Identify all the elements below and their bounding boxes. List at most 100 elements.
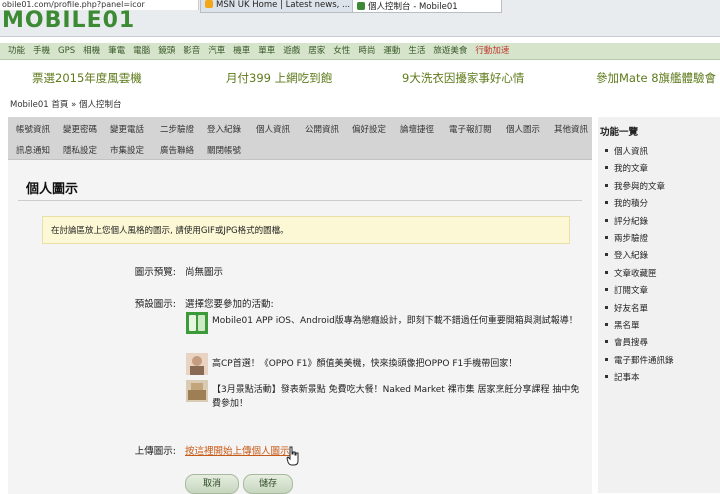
sidebar-item-label: 兩步驗證 <box>614 234 649 244</box>
nav-item[interactable]: 時尚 <box>358 43 375 59</box>
activity-option[interactable]: 【3月景點活動】發表新景點 免費吃大餐！Naked Market 裸市集 居家烹… <box>212 383 586 411</box>
nav-item[interactable]: 功能 <box>8 43 25 59</box>
bullet-icon <box>605 218 608 222</box>
sidebar-item[interactable]: 電子郵件通訊錄 <box>605 354 674 366</box>
control-tab[interactable]: 帳號資訊 <box>16 123 50 135</box>
cancel-button[interactable]: 取消 <box>185 474 239 494</box>
sidebar-item-label: 我的積分 <box>614 199 649 210</box>
control-tab[interactable]: 市集設定 <box>110 144 144 156</box>
sidebar-item-label: 我的文章 <box>614 164 649 175</box>
breadcrumb[interactable]: Mobile01 首頁 » 個人控制台 <box>10 98 122 110</box>
sidebar-item-label: 我參與的文章 <box>614 181 666 192</box>
sidebar-item-label: 訂閱文章 <box>614 286 649 297</box>
activity-thumbnail[interactable] <box>186 380 208 402</box>
sidebar-title: 功能一覽 <box>600 127 639 138</box>
sidebar-item-label: 評分紀錄 <box>614 216 649 227</box>
browser-tab-label: 個人控制台 - Mobile01 <box>368 2 458 12</box>
nav-item[interactable]: 生活 <box>408 43 425 59</box>
nav-item[interactable]: 運動 <box>383 43 400 59</box>
bullet-icon <box>605 201 608 205</box>
site-logo[interactable]: MOBILE01 <box>0 8 177 34</box>
sidebar-item[interactable]: 我的積分 <box>605 197 648 209</box>
nav-item[interactable]: 筆電 <box>108 43 125 59</box>
control-tab[interactable]: 廣告聯絡 <box>160 144 194 156</box>
ad-link[interactable]: 月付399 上網吃到飽 <box>226 70 332 86</box>
sidebar-item[interactable]: 記事本 <box>605 371 640 383</box>
nav-item[interactable]: 影音 <box>183 43 200 59</box>
sidebar-item[interactable]: 我參與的文章 <box>605 180 665 192</box>
sidebar-item-label: 個人資訊 <box>614 147 649 157</box>
sidebar-item[interactable]: 黑名單 <box>605 319 640 331</box>
sidebar-item-label: 文章收藏匣 <box>614 268 657 279</box>
upload-icon-link[interactable]: 按這裡開始上傳個人圖示 <box>185 446 290 457</box>
bullet-icon <box>605 340 608 344</box>
ad-link[interactable]: 票選2015年度風雲機 <box>32 70 142 86</box>
nav-item[interactable]: 汽車 <box>208 43 225 59</box>
page-title-bar: 個人圖示 <box>18 170 582 201</box>
nav-item[interactable]: 手機 <box>33 43 50 59</box>
nav-item[interactable]: 相機 <box>83 43 100 59</box>
control-tab[interactable]: 訊息通知 <box>16 144 50 156</box>
content-area: 個人圖示 在討論區放上您個人風格的圖示, 請使用GIF或JPG格式的圖檔。 圖示… <box>8 159 592 494</box>
bullet-icon <box>605 375 608 379</box>
sidebar-item[interactable]: 評分紀錄 <box>605 215 648 227</box>
nav-item[interactable]: 女性 <box>333 43 350 59</box>
bullet-icon <box>605 253 608 257</box>
control-tab[interactable]: 變更電話 <box>110 123 144 135</box>
sidebar-item-label: 電子郵件通訊錄 <box>614 355 674 366</box>
activity-thumbnail[interactable] <box>186 353 208 375</box>
control-tab[interactable]: 個人資訊 <box>256 123 290 135</box>
control-tab[interactable]: 公開資訊 <box>305 123 339 135</box>
activity-thumbnail[interactable] <box>186 312 208 334</box>
save-button[interactable]: 儲存 <box>243 474 293 494</box>
bullet-icon <box>605 305 608 309</box>
activity-option[interactable]: Mobile01 APP iOS、Android版專為戀癮設計，即刻下載不錯過任… <box>212 314 584 328</box>
sidebar-item[interactable]: 訂閱文章 <box>605 284 648 296</box>
sidebar-item[interactable]: 兩步驗證 <box>605 232 648 244</box>
default-intro: 選擇您要參加的活動: <box>185 299 274 310</box>
ad-link[interactable]: 9大洗衣因擾家事好心情 <box>402 70 524 86</box>
default-label: 預設圖示: <box>134 299 176 310</box>
sidebar-item-label: 好友名單 <box>614 303 649 314</box>
sidebar-item[interactable]: 我的文章 <box>605 162 648 174</box>
sidebar-item[interactable]: 文章收藏匣 <box>605 267 657 279</box>
control-tab[interactable]: 登入紀錄 <box>207 123 241 135</box>
control-tab[interactable]: 個人圖示 <box>506 123 540 135</box>
mobile01-favicon-icon <box>357 2 365 10</box>
control-tab[interactable]: 關閉帳號 <box>207 144 241 156</box>
control-tab[interactable]: 論壇捷徑 <box>400 123 434 135</box>
nav-item[interactable]: 單車 <box>258 43 275 59</box>
control-tab[interactable]: 電子報訂閱 <box>449 123 492 135</box>
ad-banner: 票選2015年度風雲機 月付399 上網吃到飽 9大洗衣因擾家事好心情 參加Ma… <box>0 66 720 90</box>
control-tab[interactable]: 二步驗證 <box>160 123 194 135</box>
control-tab[interactable]: 其他資訊 <box>554 123 588 135</box>
sidebar-item[interactable]: 好友名單 <box>605 302 648 314</box>
sidebar-item[interactable]: 會員搜尋 <box>605 336 648 348</box>
nav-item[interactable]: 旅遊美食 <box>433 43 467 59</box>
browser-tab-mobile01[interactable]: 個人控制台 - Mobile01 <box>352 0 502 13</box>
ad-link[interactable]: 參加Mate 8旗艦體驗會 <box>596 70 716 86</box>
market-thumbnail-icon <box>186 380 208 402</box>
activity-option[interactable]: 高CP首選！《OPPO F1》顏值美美機，快來換頭像把OPPO F1手機帶回家！ <box>212 357 584 371</box>
main-nav: 功能 手機 GPS 相機 筆電 電腦 鏡頭 影音 汽車 機車 單車 遊戲 居家 女性 時尚 運動 生活 旅遊美食行… <box>0 43 720 60</box>
sidebar-item-label: 登入紀錄 <box>614 251 649 262</box>
sidebar-item[interactable]: 登入紀錄 <box>605 249 648 261</box>
control-tab[interactable]: 變更密碼 <box>63 123 97 135</box>
bullet-icon <box>605 357 608 361</box>
nav-item[interactable]: 居家 <box>308 43 325 59</box>
sidebar-item-label: 記事本 <box>614 373 640 384</box>
sidebar-item[interactable]: 個人資訊 <box>605 145 648 157</box>
nav-item[interactable]: 機車 <box>233 43 250 59</box>
nav-item[interactable]: 行動加速 <box>475 43 509 59</box>
nav-item[interactable]: 鏡頭 <box>158 43 175 59</box>
bullet-icon <box>605 236 608 239</box>
control-tab[interactable]: 隱私設定 <box>63 144 97 156</box>
control-tab[interactable]: 偏好設定 <box>352 123 386 135</box>
oppo-thumbnail-icon <box>186 353 208 375</box>
nav-item[interactable]: 電腦 <box>133 43 150 59</box>
nav-item[interactable]: GPS <box>58 43 75 59</box>
browser-tab-label: MSN UK Home | Latest news, ... <box>216 0 351 10</box>
control-panel: 帳號資訊 變更密碼 變更電話 二步驗證 登入紀錄 個人資訊 公開資訊 偏好設定 論壇捷徑 電子報訂… <box>8 117 592 494</box>
nav-item[interactable]: 遊戲 <box>283 43 300 59</box>
browser-tab-msn[interactable]: MSN UK Home | Latest news, ... <box>200 0 355 13</box>
